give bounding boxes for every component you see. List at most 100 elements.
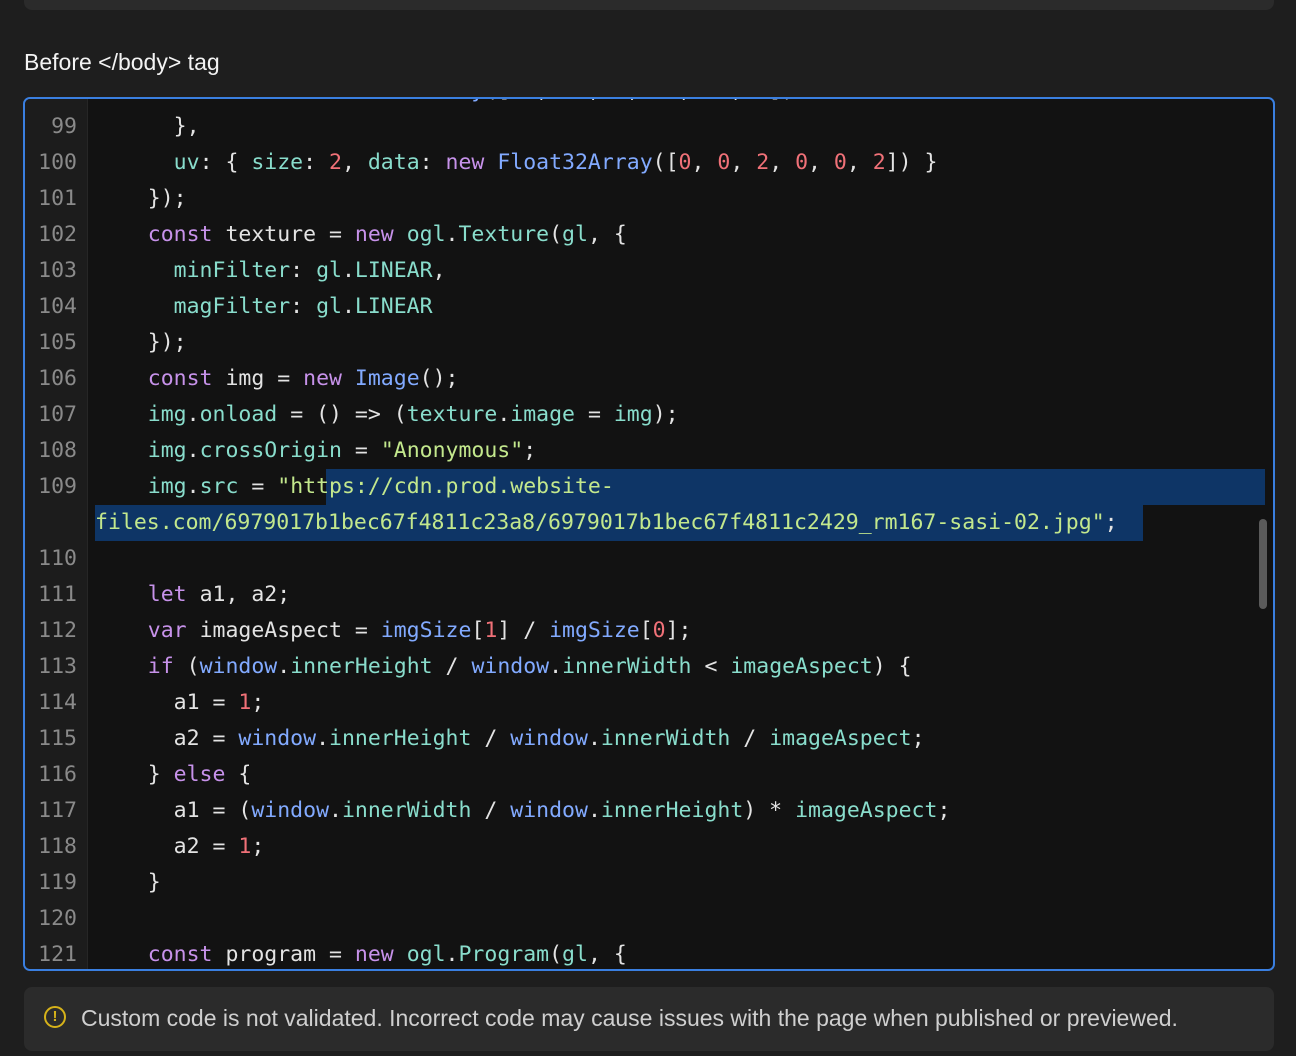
code-token: ,	[730, 150, 757, 175]
line-code: uv: { size: 2, data: new Float32Array([0…	[96, 145, 938, 181]
code-editor[interactable]: 98 data: new Float32Array([-1, -1, 3, -1…	[23, 97, 1275, 971]
code-token: =	[264, 366, 304, 391]
editor-scrollbar[interactable]	[1259, 519, 1267, 609]
code-token: 2	[329, 150, 342, 175]
code-token: .	[186, 438, 200, 463]
line-number: 102	[38, 222, 77, 247]
code-token: 0	[652, 618, 666, 643]
code-token: .	[186, 474, 200, 499]
code-token: ,	[588, 99, 614, 103]
line-code: img.src = "https://cdn.prod.website-	[96, 469, 614, 505]
code-line: 113 if (window.innerHeight / window.inne…	[25, 649, 1273, 685]
code-token: ;	[937, 798, 951, 823]
code-line: 114 a1 = 1;	[25, 685, 1273, 721]
code-token: 3	[756, 99, 769, 103]
code-line: 100 uv: { size: 2, data: new Float32Arra…	[25, 145, 1273, 181]
line-number: 110	[38, 546, 77, 571]
code-token: window	[238, 726, 317, 751]
code-token: const	[147, 222, 226, 247]
code-token: ,	[808, 150, 834, 175]
code-token: else	[173, 762, 239, 787]
code-token: .	[316, 726, 330, 751]
code-token: ,	[432, 258, 446, 283]
code-line: 118 a2 = 1;	[25, 829, 1273, 865]
code-token: = () => (	[277, 402, 407, 427]
code-token: );	[652, 402, 679, 427]
code-token: (	[549, 222, 563, 247]
code-token: .	[587, 798, 601, 823]
code-token: },	[96, 114, 200, 139]
line-code: const texture = new ogl.Texture(gl, {	[96, 217, 627, 253]
code-token: <	[691, 654, 731, 679]
code-token: ,	[769, 150, 796, 175]
code-token: program	[225, 942, 317, 967]
code-token: ,	[536, 99, 562, 103]
line-number: 107	[38, 402, 77, 427]
code-token: .	[497, 402, 511, 427]
code-token: /	[432, 654, 472, 679]
warning-text: Custom code is not validated. Incorrect …	[81, 1005, 1178, 1031]
code-token: ;	[251, 834, 265, 859]
code-token: a2	[173, 834, 200, 859]
code-token: "https://cdn.prod.website-	[277, 474, 614, 499]
code-token: .	[341, 258, 355, 283]
code-token: innerWidth	[600, 726, 731, 751]
code-token: ,	[846, 150, 873, 175]
code-token: Program	[458, 942, 550, 967]
code-token: ,	[679, 99, 705, 103]
code-token: 0	[833, 150, 847, 175]
code-token: :	[290, 258, 317, 283]
code-token: ;	[251, 690, 265, 715]
code-line: 106 const img = new Image();	[25, 361, 1273, 397]
line-number: 100	[38, 150, 77, 175]
code-line: 105 });	[25, 325, 1273, 361]
code-token: ([	[652, 150, 679, 175]
code-token: ,	[691, 150, 718, 175]
code-token: .	[329, 798, 342, 823]
code-token: gl	[562, 222, 588, 247]
code-token: = (	[199, 798, 252, 823]
code-token: a1	[173, 798, 200, 823]
code-token: :	[303, 150, 330, 175]
code-token: =	[341, 618, 381, 643]
code-token: src	[199, 474, 239, 499]
line-code: magFilter: gl.LINEAR	[96, 289, 433, 325]
code-token: }	[96, 762, 174, 787]
code-line: 110	[25, 541, 1273, 577]
code-token: texture	[225, 222, 317, 247]
code-token: window	[510, 726, 588, 751]
line-number: 103	[38, 258, 77, 283]
code-token: uv	[173, 150, 200, 175]
code-token: 0	[717, 150, 731, 175]
code-token: new	[445, 150, 498, 175]
line-number: 117	[38, 798, 77, 823]
code-token: :	[290, 294, 317, 319]
code-token: ];	[665, 618, 692, 643]
line-code: data: new Float32Array([-1, -1, 3, -1, -…	[96, 99, 796, 109]
code-token: a1, a2;	[199, 582, 291, 607]
line-number: 111	[38, 582, 77, 607]
code-token: ;	[523, 438, 537, 463]
line-code: img.crossOrigin = "Anonymous";	[96, 433, 536, 469]
code-token: onload	[199, 402, 278, 427]
code-token: /	[471, 726, 511, 751]
line-number: 119	[38, 870, 77, 895]
line-number: 113	[38, 654, 77, 679]
code-line: 115 a2 = window.innerHeight / window.inn…	[25, 721, 1273, 757]
code-token: =	[199, 690, 239, 715]
code-token: (	[549, 942, 563, 967]
code-token: crossOrigin	[199, 438, 342, 463]
code-token: "	[1091, 510, 1105, 535]
code-token: ]) }	[885, 150, 938, 175]
code-token: gl	[316, 258, 342, 283]
code-line: 111 let a1, a2;	[25, 577, 1273, 613]
code-token: .	[587, 726, 601, 751]
code-token: gl	[562, 942, 588, 967]
code-token: -1	[704, 99, 730, 103]
